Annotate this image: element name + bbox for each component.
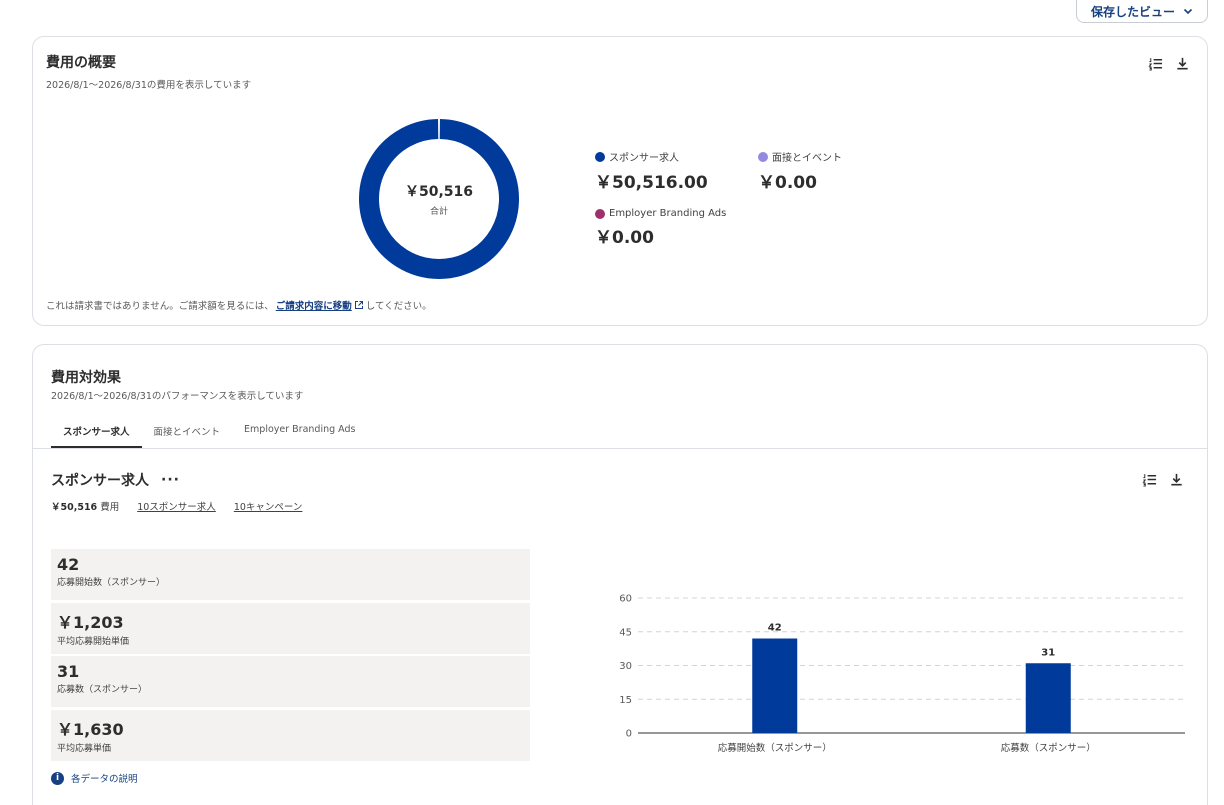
- stat-label: 応募数（スポンサー）: [57, 685, 148, 695]
- billing-note: これは請求書ではありません。ご請求額を見るには、 ご請求内容に移動 してください…: [46, 298, 432, 312]
- stat-value: ￥1,630: [57, 720, 124, 739]
- stat-label: 平均応募開始単価: [57, 637, 130, 647]
- billing-link[interactable]: ご請求内容に移動: [276, 298, 352, 312]
- cost-overview-title: 費用の概要: [46, 55, 116, 71]
- legend-dot: [595, 151, 605, 162]
- stat-label: 応募開始数（スポンサー）: [57, 578, 166, 588]
- y-tick-label: 15: [619, 695, 632, 706]
- external-link-icon: [354, 301, 363, 309]
- donut-total-amount: ￥50,516: [404, 184, 474, 200]
- cost-summary: ￥50,516 費用: [51, 499, 119, 513]
- chevron-down-icon: [1183, 8, 1193, 15]
- cost-value: ￥50,516: [51, 502, 98, 513]
- sponsored-jobs-link[interactable]: 10スポンサー求人: [137, 499, 216, 513]
- list-view-button[interactable]: [1145, 53, 1165, 73]
- download-icon: [1176, 57, 1188, 69]
- stat-card: ￥1,203 平均応募開始単価: [51, 603, 530, 654]
- tab-divider: [33, 448, 1207, 449]
- legend-value: ￥0.00: [595, 228, 654, 248]
- x-tick-label: 応募開始数（スポンサー）: [718, 742, 832, 754]
- tab-interviews-events[interactable]: 面接とイベント: [142, 417, 233, 448]
- donut-center: ￥50,516 合計: [359, 119, 519, 279]
- legend-value: ￥0.00: [758, 173, 817, 193]
- stat-value: 42: [57, 555, 80, 574]
- performance-card: 費用対効果 2026/8/1〜2026/8/31のパフォーマンスを表示しています…: [32, 344, 1208, 805]
- performance-bar-chart: 0 15 30 45 60 42 応募開始数（スポンサー） 31 応募数（スポンサー）: [619, 594, 1185, 754]
- bar-value-label: 31: [1041, 647, 1055, 658]
- performance-subtitle: 2026/8/1〜2026/8/31のパフォーマンスを表示しています: [51, 391, 304, 402]
- more-options-button[interactable]: ···: [161, 472, 180, 488]
- list-view-button[interactable]: [1139, 469, 1159, 489]
- legend-label: 面接とイベント: [772, 153, 842, 164]
- section-header: スポンサー求人 ···: [51, 470, 180, 490]
- numbered-list-icon: [1141, 473, 1156, 487]
- billing-note-text: これは請求書ではありません。ご請求額を見るには、: [46, 301, 274, 312]
- stat-value: 31: [57, 662, 80, 681]
- stat-card: 31 応募数（スポンサー）: [51, 656, 530, 707]
- y-tick-label: 45: [619, 627, 632, 638]
- legend-sponsored-jobs: スポンサー求人 ￥50,516.00: [595, 149, 708, 193]
- data-explanation-link[interactable]: i 各データの説明: [51, 771, 138, 785]
- performance-title: 費用対効果: [51, 370, 121, 386]
- campaigns-link[interactable]: 10キャンペーン: [234, 499, 303, 513]
- bar[interactable]: [752, 638, 798, 734]
- download-icon: [1170, 473, 1182, 485]
- section-meta: ￥50,516 費用 10スポンサー求人 10キャンペーン: [51, 499, 302, 513]
- data-explanation-label: 各データの説明: [71, 774, 138, 785]
- stat-label: 平均応募単価: [57, 744, 112, 754]
- donut-total-label: 合計: [429, 207, 448, 217]
- saved-view-label: 保存したビュー: [1090, 4, 1175, 19]
- legend-dot: [758, 151, 768, 162]
- section-title: スポンサー求人: [51, 473, 149, 489]
- bar[interactable]: [1025, 663, 1071, 733]
- billing-note-suffix: してください。: [365, 301, 432, 312]
- numbered-list-icon: [1147, 57, 1162, 71]
- legend-label: スポンサー求人: [609, 153, 679, 164]
- y-tick-label: 30: [619, 661, 632, 672]
- legend-label: Employer Branding Ads: [609, 208, 727, 219]
- cost-overview-card: 費用の概要 2026/8/1〜2026/8/31の費用を表示しています ￥50,…: [32, 36, 1208, 326]
- info-icon: i: [51, 771, 64, 785]
- cost-overview-subtitle: 2026/8/1〜2026/8/31の費用を表示しています: [46, 80, 252, 91]
- y-tick-label: 0: [626, 729, 632, 740]
- legend-interviews-events: 面接とイベント ￥0.00: [758, 149, 842, 193]
- stat-card: 42 応募開始数（スポンサー）: [51, 549, 530, 600]
- download-button[interactable]: [1172, 53, 1192, 73]
- tab-sponsored-jobs[interactable]: スポンサー求人: [51, 417, 142, 448]
- saved-view-dropdown[interactable]: 保存したビュー: [1076, 0, 1208, 23]
- legend-employer-branding: Employer Branding Ads ￥0.00: [595, 208, 726, 248]
- legend-dot: [595, 208, 605, 219]
- bar-value-label: 42: [768, 623, 782, 634]
- stat-value: ￥1,203: [57, 613, 124, 632]
- download-button[interactable]: [1166, 469, 1186, 489]
- y-tick-label: 60: [619, 594, 632, 605]
- cost-label: 費用: [100, 502, 120, 513]
- tab-employer-branding[interactable]: Employer Branding Ads: [232, 417, 367, 448]
- stat-card: ￥1,630 平均応募単価: [51, 710, 530, 761]
- x-tick-label: 応募数（スポンサー）: [1001, 742, 1096, 754]
- performance-tabs: スポンサー求人 面接とイベント Employer Branding Ads: [51, 417, 367, 448]
- legend-value: ￥50,516.00: [595, 173, 708, 193]
